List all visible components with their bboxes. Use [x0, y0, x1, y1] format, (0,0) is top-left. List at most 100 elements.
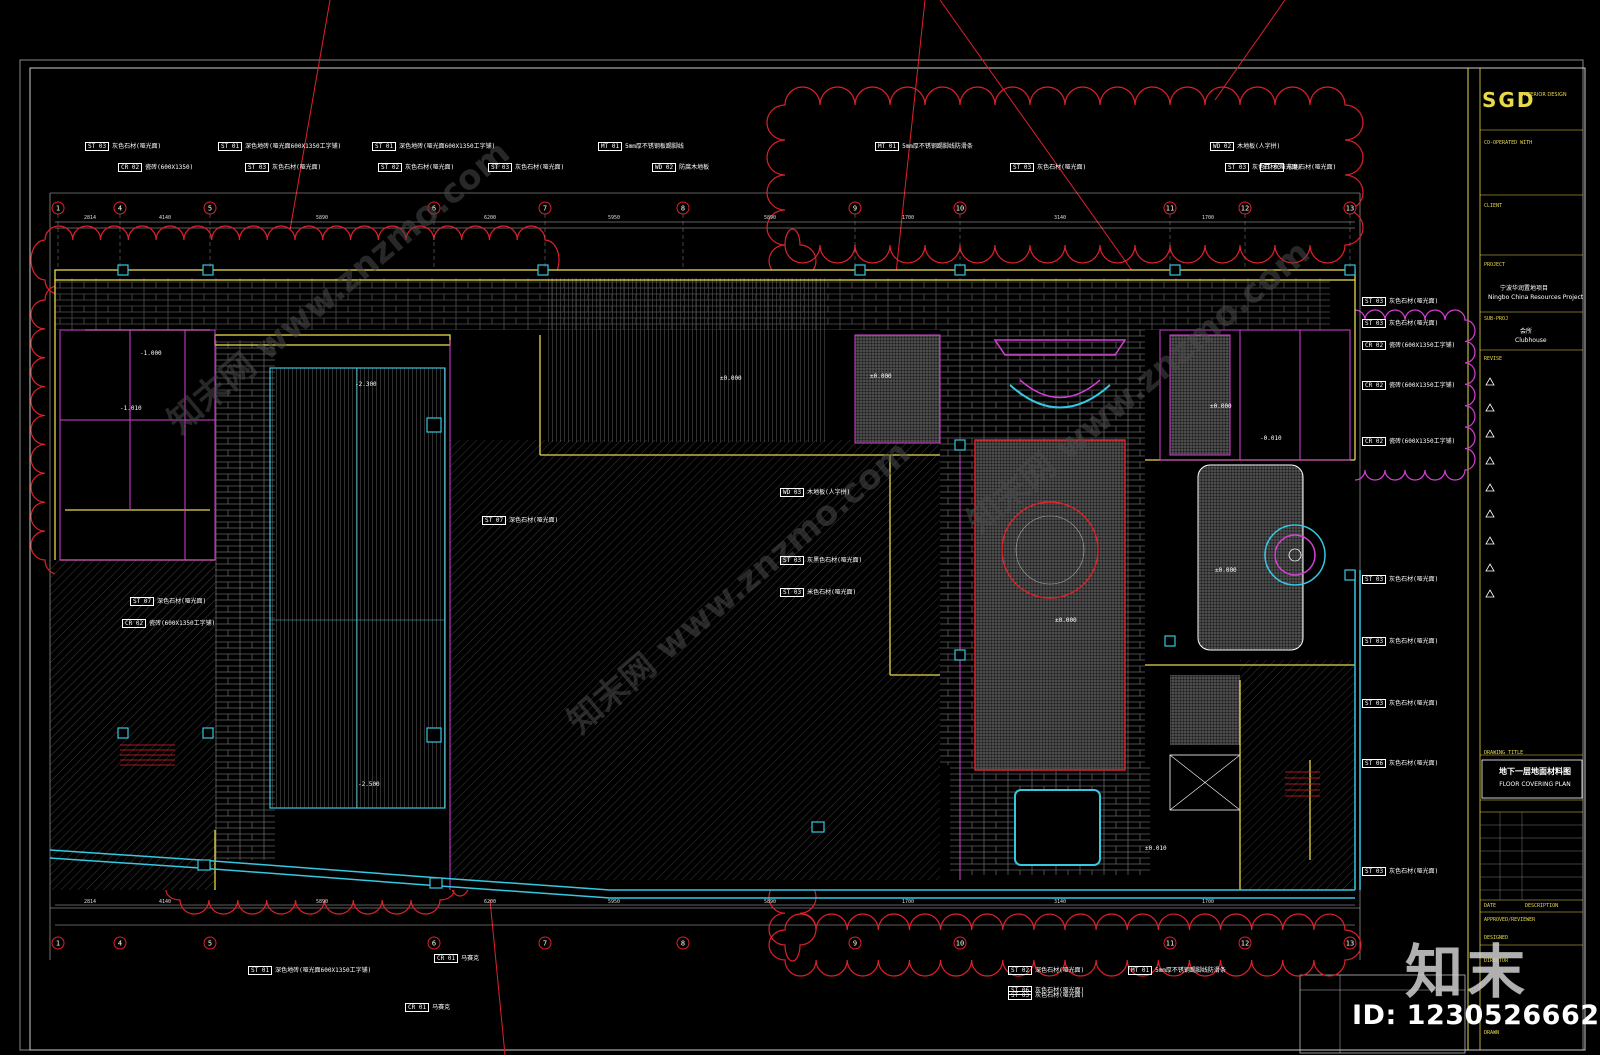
- drawing-title-en: FLOOR COVERING PLAN: [1499, 781, 1571, 788]
- level-marker: ±0.010: [1145, 845, 1167, 852]
- dimension-label: 4140: [159, 215, 171, 221]
- material-callout: CR 02 瓷砖(600X1350工字铺): [1362, 340, 1455, 350]
- label-drawing-title: DRAWING TITLE: [1484, 750, 1524, 756]
- axis-label: 8: [681, 205, 685, 213]
- dimension-label: 1700: [902, 215, 914, 221]
- dimension-label: 2814: [84, 899, 96, 905]
- axis-label: 4: [118, 940, 122, 948]
- axis-bubble: 7: [538, 201, 552, 215]
- axis-label: 12: [1241, 940, 1249, 948]
- material-code: ST 03: [245, 163, 270, 172]
- material-code: CR 02: [118, 163, 143, 172]
- axis-bubble: 8: [676, 936, 690, 950]
- material-code: ST 03: [488, 163, 513, 172]
- dimension-label: 5890: [316, 899, 328, 905]
- axis-bubble: 11: [1163, 201, 1177, 215]
- material-description: 灰色石材(哑光面): [112, 143, 162, 150]
- axis-bubble: 9: [848, 936, 862, 950]
- material-callout: ST 02 深色石材(哑光面): [1008, 965, 1084, 975]
- axis-label: 10: [956, 205, 964, 213]
- material-callout: ST 03 灰黑色石材(哑光面): [780, 555, 862, 565]
- material-description: 马赛克: [432, 1004, 451, 1011]
- material-callout: CR 02 瓷砖(600X1350): [118, 162, 193, 172]
- material-code: ST 03: [1362, 575, 1387, 584]
- material-callout: ST 01 深色地砖(哑光面600X1350工字铺): [248, 965, 371, 975]
- material-callout: ST 07 深色石材(哑光面): [482, 515, 558, 525]
- axis-bubble: 6: [427, 936, 441, 950]
- material-callout: MT 01 5mm厚不锈钢板踢脚线: [598, 141, 684, 151]
- material-description: 灰黑色石材(哑光面): [807, 557, 863, 564]
- material-code: ST 03: [1362, 297, 1387, 306]
- dimension-label: 4140: [159, 899, 171, 905]
- material-code: ST 03: [1010, 163, 1035, 172]
- material-callout: ST 01 深色地砖(哑光面600X1350工字铺): [372, 141, 495, 151]
- area-name-cn: 会所: [1520, 328, 1533, 335]
- axis-label: 5: [208, 940, 212, 948]
- dimension-label: 3140: [1054, 215, 1066, 221]
- dimension-label: 5950: [608, 899, 620, 905]
- material-callout: CR 02 瓷砖(600X1350工字铺): [122, 618, 215, 628]
- material-callout: ST 03 灰色石材(哑光面): [85, 141, 161, 151]
- material-callout: ST 06 灰色石材(哑光面): [1008, 985, 1084, 995]
- material-code: ST 02: [378, 163, 403, 172]
- material-code: ST 03: [1362, 637, 1387, 646]
- axis-bubble: 12: [1238, 201, 1252, 215]
- dimension-label: 5890: [316, 215, 328, 221]
- material-callout: ST 03 灰色石材(哑光面): [1362, 866, 1438, 876]
- material-callout: CR 01 马赛克: [434, 953, 479, 963]
- level-marker: -1.000: [140, 350, 162, 357]
- level-marker: -1.010: [120, 405, 142, 412]
- dimension-label: 5950: [608, 215, 620, 221]
- material-description: 深色地砖(哑光面600X1350工字铺): [399, 143, 496, 150]
- axis-bubble: 4: [113, 201, 127, 215]
- material-code: CR 02: [1362, 341, 1387, 350]
- material-code: ST 03: [780, 588, 805, 597]
- area-name-en: Clubhouse: [1515, 337, 1547, 344]
- material-callout: WD 03 木地板(人字拼): [780, 487, 850, 497]
- axis-label: 9: [853, 940, 857, 948]
- material-code: ST 03: [780, 556, 805, 565]
- axis-bubble: 7: [538, 936, 552, 950]
- material-description: 灰色石材(哑光面): [1389, 298, 1439, 305]
- material-callout: CR 02 瓷砖(600X1350工字铺): [1362, 380, 1455, 390]
- material-code: ST 02: [1008, 966, 1033, 975]
- axis-bubble: 13: [1343, 936, 1357, 950]
- material-code: CR 01: [434, 954, 459, 963]
- material-callout: ST 03 灰色石材(哑光面): [1260, 162, 1336, 172]
- watermark-id: ID: 1230526662: [1352, 1000, 1600, 1031]
- axis-bubble: 10: [953, 201, 967, 215]
- dimension-label: 1700: [902, 899, 914, 905]
- material-description: 瓷砖(600X1350): [145, 164, 194, 171]
- material-code: ST 01: [248, 966, 273, 975]
- axis-label: 10: [956, 940, 964, 948]
- material-callout: ST 02 灰色石材(哑光面): [378, 162, 454, 172]
- material-callout: ST 03 灰色石材(哑光面): [1010, 162, 1086, 172]
- material-code: ST 03: [1225, 163, 1250, 172]
- material-code: ST 01: [218, 142, 243, 151]
- dimension-label: 5890: [764, 899, 776, 905]
- level-marker: -2.300: [355, 381, 377, 388]
- material-callout: ST 06 灰色石材(哑光面): [1362, 758, 1438, 768]
- label-subproj: SUB-PROJ: [1484, 316, 1509, 322]
- axis-label: 7: [543, 940, 547, 948]
- material-description: 灰色石材(哑光面): [1035, 987, 1085, 994]
- material-description: 马赛克: [461, 955, 480, 962]
- material-code: CR 02: [1362, 381, 1387, 390]
- material-description: 5mm厚不锈钢踢脚线防滑条: [902, 143, 973, 150]
- label-cooperated: CO-OPERATED WITH: [1484, 140, 1533, 146]
- material-code: CR 02: [122, 619, 147, 628]
- material-description: 灰色石材(哑光面): [1389, 576, 1439, 583]
- material-description: 深色地砖(哑光面600X1350工字铺): [275, 967, 372, 974]
- material-code: CR 02: [1362, 437, 1387, 446]
- axis-label: 13: [1346, 940, 1354, 948]
- material-code: CR 01: [405, 1003, 430, 1012]
- material-description: 灰色石材(哑光面): [405, 164, 455, 171]
- label-date: DATE: [1484, 903, 1497, 909]
- material-description: 瓷砖(600X1350工字铺): [149, 620, 216, 627]
- label-project: PROJECT: [1484, 262, 1506, 268]
- material-callout: ST 03 灰色石材(哑光面): [1362, 636, 1438, 646]
- axis-bubble: 5: [203, 936, 217, 950]
- material-callout: ST 03 灰色石材(哑光面): [245, 162, 321, 172]
- label-description: DESCRIPTION: [1525, 903, 1559, 909]
- dimension-label: 3140: [1054, 899, 1066, 905]
